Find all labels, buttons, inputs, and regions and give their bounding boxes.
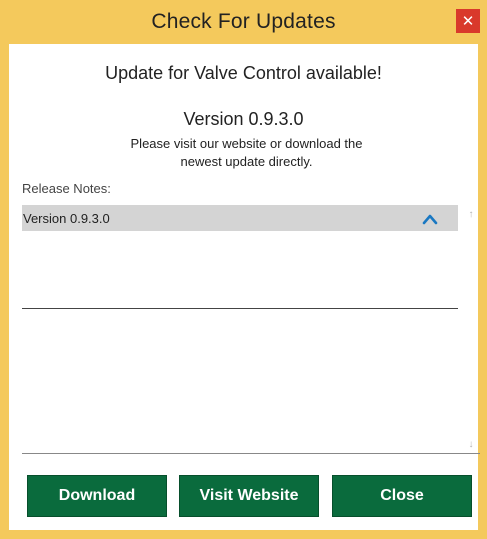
scroll-up-arrow-icon[interactable]: ↑ bbox=[462, 205, 480, 223]
window-title: Check For Updates bbox=[151, 10, 336, 33]
footer-divider bbox=[22, 453, 480, 454]
release-notes-item-label: Version 0.9.3.0 bbox=[23, 210, 110, 226]
download-button[interactable]: Download bbox=[27, 475, 167, 517]
release-notes-item[interactable]: Version 0.9.3.0 bbox=[22, 205, 458, 231]
release-notes-list[interactable]: Version 0.9.3.0 ↑ ↓ bbox=[22, 205, 480, 455]
update-dialog: Check For Updates ✕ Update for Valve Con… bbox=[0, 0, 487, 539]
chevron-up-icon[interactable] bbox=[422, 209, 438, 229]
update-headline: Update for Valve Control available! bbox=[105, 63, 382, 83]
close-button[interactable]: Close bbox=[332, 475, 472, 517]
release-notes-label: Release Notes: bbox=[22, 181, 111, 196]
dialog-content: Update for Valve Control available! Vers… bbox=[9, 44, 480, 530]
scroll-down-arrow-icon[interactable]: ↓ bbox=[462, 435, 480, 453]
title-bar[interactable]: Check For Updates ✕ bbox=[9, 0, 480, 44]
version-label: Version 0.9.3.0 bbox=[183, 109, 304, 129]
close-icon[interactable]: ✕ bbox=[456, 9, 480, 33]
visit-website-button[interactable]: Visit Website bbox=[179, 475, 319, 517]
scrollbar[interactable]: ↑ ↓ bbox=[462, 205, 480, 453]
item-divider bbox=[22, 308, 458, 309]
update-description: Please visit our website or download the… bbox=[130, 136, 363, 169]
